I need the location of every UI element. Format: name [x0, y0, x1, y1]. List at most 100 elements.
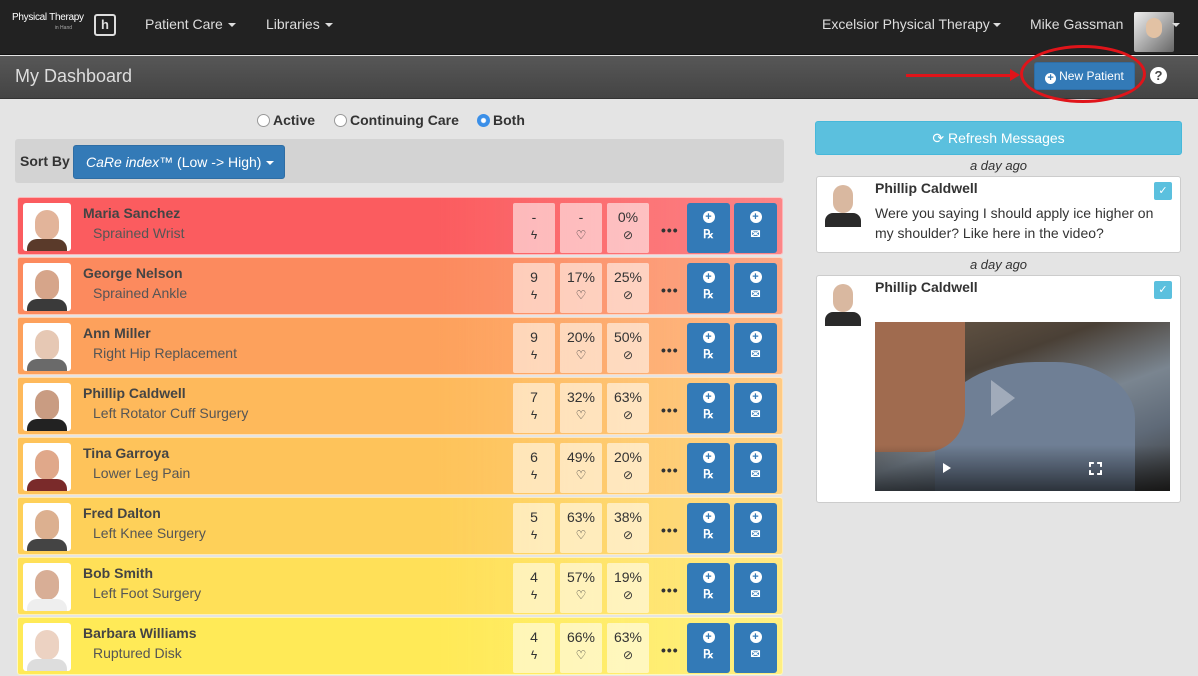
heart-icon: ♡: [575, 288, 587, 302]
patient-row[interactable]: Barbara Williams Ruptured Disk 4 ϟ 66% ♡ 63% ⊘ •…: [17, 617, 783, 675]
patient-avatar[interactable]: [23, 383, 71, 431]
more-options-icon[interactable]: •••: [661, 342, 679, 358]
help-icon[interactable]: ?: [1150, 67, 1167, 84]
patient-row[interactable]: Tina Garroya Lower Leg Pain 6 ϟ 49% ♡ 20% ⊘ ••• +…: [17, 437, 783, 495]
mark-read-icon[interactable]: ✓: [1154, 281, 1172, 299]
send-message-button[interactable]: + ✉: [734, 563, 777, 613]
patient-avatar[interactable]: [23, 503, 71, 551]
add-prescription-button[interactable]: + ℞: [687, 503, 730, 553]
filter-both[interactable]: Both: [477, 112, 525, 128]
patient-avatar[interactable]: [23, 263, 71, 311]
check-circle-icon: ⊘: [622, 588, 634, 602]
stat-compliance-value: 0%: [617, 209, 639, 225]
stat-index-value: 7: [530, 389, 538, 405]
patient-row[interactable]: Maria Sanchez Sprained Wrist - ϟ - ♡ 0% ⊘ ••• + ℞ +…: [17, 197, 783, 255]
patient-avatar[interactable]: [23, 323, 71, 371]
stat-index: 4ϟ: [513, 563, 555, 613]
prescription-icon: ℞: [703, 587, 714, 601]
add-prescription-button[interactable]: + ℞: [687, 563, 730, 613]
more-options-icon[interactable]: •••: [661, 642, 679, 658]
nav-libraries[interactable]: Libraries: [266, 16, 333, 32]
envelope-icon: ✉: [750, 287, 761, 301]
stat-satisfaction-value: 57%: [566, 569, 596, 585]
patient-name[interactable]: Phillip Caldwell: [83, 385, 186, 401]
patient-name[interactable]: George Nelson: [83, 265, 183, 281]
plus-circle-icon: +: [702, 331, 715, 343]
more-options-icon[interactable]: •••: [661, 522, 679, 538]
add-prescription-button[interactable]: + ℞: [687, 623, 730, 673]
patient-row[interactable]: Fred Dalton Left Knee Surgery 5 ϟ 63% ♡ 38% ⊘ ••…: [17, 497, 783, 555]
patient-avatar[interactable]: [23, 203, 71, 251]
send-message-button[interactable]: + ✉: [734, 323, 777, 373]
patient-name[interactable]: Barbara Williams: [83, 625, 196, 641]
app-logo[interactable]: Physical Therapy in Hand h: [12, 12, 116, 40]
prescription-icon: ℞: [703, 407, 714, 421]
plus-circle-icon: +: [702, 391, 715, 403]
envelope-icon: ✉: [750, 527, 761, 541]
big-play-icon[interactable]: [991, 380, 1015, 416]
stat-compliance-value: 63%: [613, 389, 643, 405]
filter-continuing-care[interactable]: Continuing Care: [334, 112, 459, 128]
patient-row[interactable]: Ann Miller Right Hip Replacement 9 ϟ 20% ♡ 50%…: [17, 317, 783, 375]
message-card[interactable]: Phillip Caldwell ✓: [816, 275, 1181, 503]
plus-circle-icon: +: [749, 451, 762, 463]
patient-row[interactable]: Bob Smith Left Foot Surgery 4 ϟ 57% ♡ 19% ⊘ ••• +…: [17, 557, 783, 615]
more-options-icon[interactable]: •••: [661, 462, 679, 478]
patient-avatar[interactable]: [23, 443, 71, 491]
stat-satisfaction-value: 49%: [566, 449, 596, 465]
add-prescription-button[interactable]: + ℞: [687, 203, 730, 253]
filter-active[interactable]: Active: [257, 112, 315, 128]
mark-read-icon[interactable]: ✓: [1154, 182, 1172, 200]
user-avatar[interactable]: [1134, 12, 1174, 52]
patient-name[interactable]: Maria Sanchez: [83, 205, 180, 221]
patient-name[interactable]: Ann Miller: [83, 325, 151, 341]
play-icon[interactable]: [943, 463, 951, 473]
stat-index: 7ϟ: [513, 383, 555, 433]
plus-circle-icon: +: [749, 631, 762, 643]
patient-name[interactable]: Bob Smith: [83, 565, 153, 581]
send-message-button[interactable]: + ✉: [734, 203, 777, 253]
patient-row[interactable]: George Nelson Sprained Ankle 9 ϟ 17% ♡ 25% ⊘ •••…: [17, 257, 783, 315]
patient-row[interactable]: Phillip Caldwell Left Rotator Cuff Surger…: [17, 377, 783, 435]
send-message-button[interactable]: + ✉: [734, 623, 777, 673]
envelope-icon: ✉: [750, 647, 761, 661]
nav-clinic-dropdown[interactable]: Excelsior Physical Therapy: [822, 16, 1001, 32]
patient-condition: Right Hip Replacement: [93, 345, 237, 361]
send-message-button[interactable]: + ✉: [734, 383, 777, 433]
plus-circle-icon: +: [749, 511, 762, 523]
more-options-icon[interactable]: •••: [661, 222, 679, 238]
add-prescription-button[interactable]: + ℞: [687, 263, 730, 313]
nav-user-name[interactable]: Mike Gassman: [1030, 16, 1123, 32]
user-menu-toggle[interactable]: [1172, 16, 1180, 32]
send-message-button[interactable]: + ✉: [734, 263, 777, 313]
more-options-icon[interactable]: •••: [661, 582, 679, 598]
add-prescription-button[interactable]: + ℞: [687, 443, 730, 493]
add-prescription-button[interactable]: + ℞: [687, 383, 730, 433]
patient-name[interactable]: Tina Garroya: [83, 445, 169, 461]
sort-dropdown[interactable]: CaRe index™ (Low -> High): [73, 145, 285, 179]
nav-clinic-label: Excelsior Physical Therapy: [822, 16, 990, 32]
stat-compliance: 63% ⊘: [607, 623, 649, 673]
stat-satisfaction: 49% ♡: [560, 443, 602, 493]
add-prescription-button[interactable]: + ℞: [687, 323, 730, 373]
stat-compliance: 0% ⊘: [607, 203, 649, 253]
nav-patient-care[interactable]: Patient Care: [145, 16, 236, 32]
message-sender: Phillip Caldwell: [875, 180, 978, 196]
patient-name[interactable]: Fred Dalton: [83, 505, 161, 521]
stat-index-value: 4: [530, 629, 538, 645]
envelope-icon: ✉: [750, 227, 761, 241]
send-message-button[interactable]: + ✉: [734, 443, 777, 493]
refresh-messages-button[interactable]: ⟳ Refresh Messages: [815, 121, 1182, 155]
stat-compliance-value: 38%: [613, 509, 643, 525]
patient-condition: Left Rotator Cuff Surgery: [93, 405, 249, 421]
message-video[interactable]: [875, 322, 1170, 491]
patient-avatar[interactable]: [23, 563, 71, 611]
more-options-icon[interactable]: •••: [661, 282, 679, 298]
send-message-button[interactable]: + ✉: [734, 503, 777, 553]
fullscreen-icon[interactable]: [1089, 462, 1102, 475]
more-options-icon[interactable]: •••: [661, 402, 679, 418]
message-card[interactable]: Phillip Caldwell Were you saying I shoul…: [816, 176, 1181, 253]
prescription-icon: ℞: [703, 347, 714, 361]
heart-icon: ♡: [575, 588, 587, 602]
patient-avatar[interactable]: [23, 623, 71, 671]
